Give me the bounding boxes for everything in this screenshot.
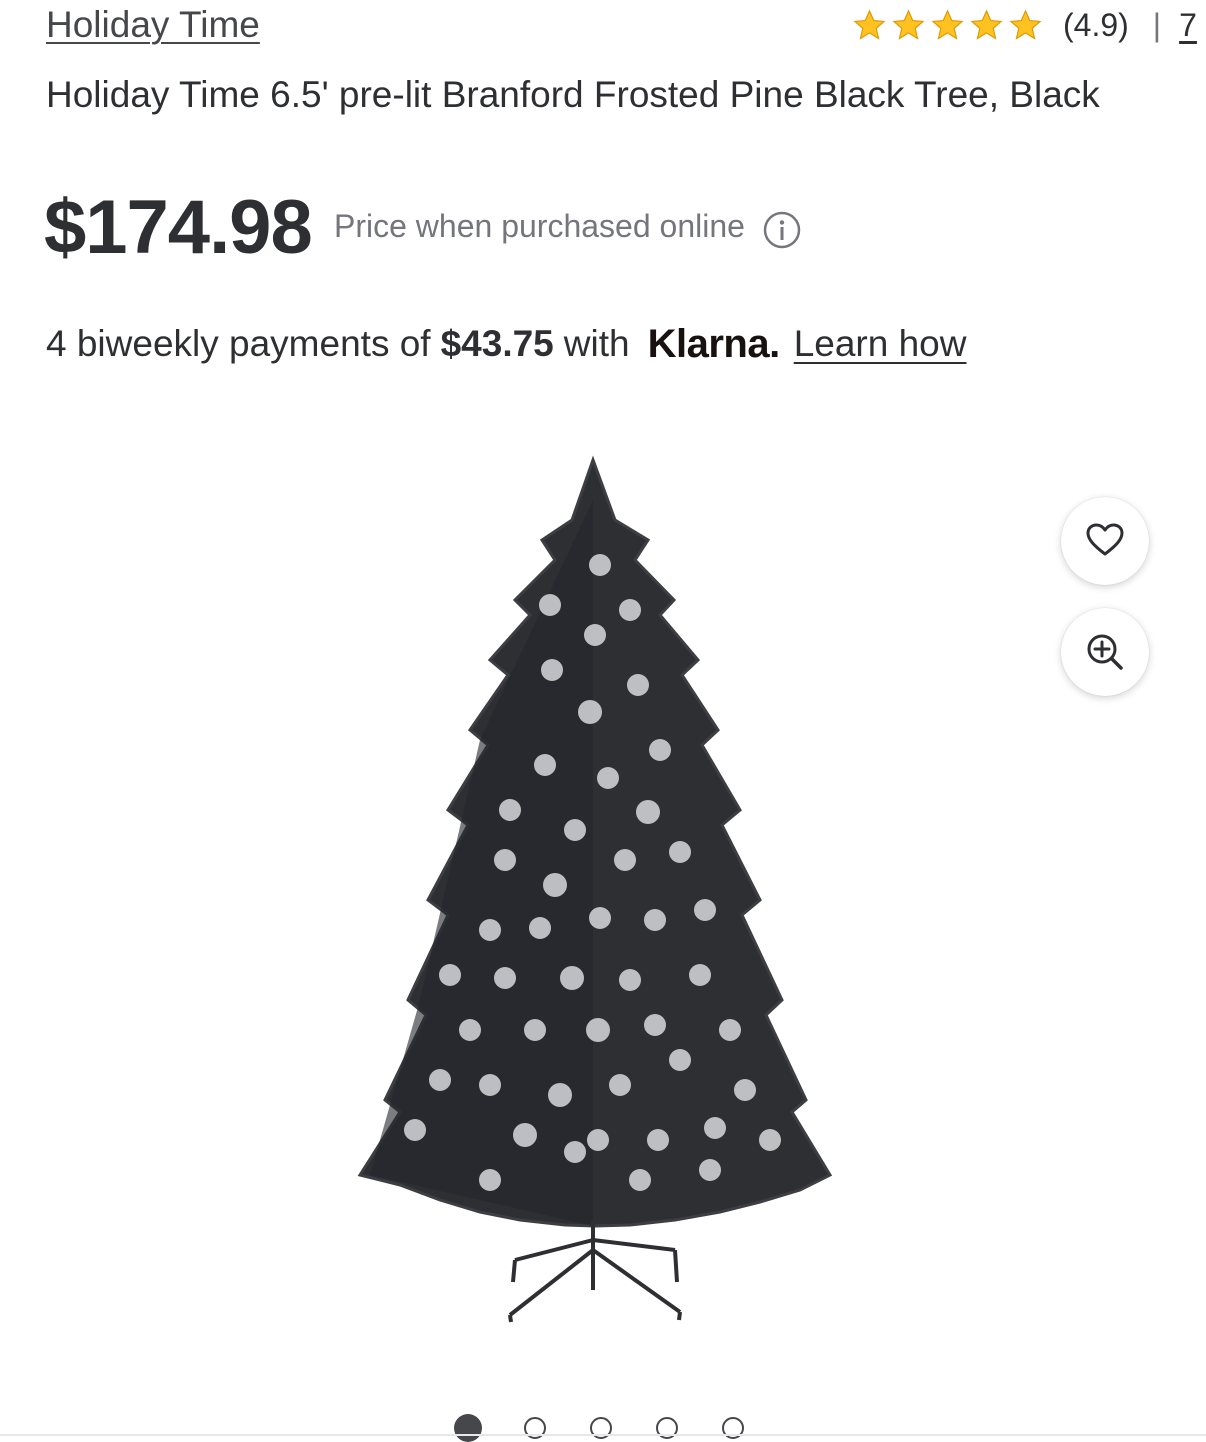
review-count-link[interactable]: 7 xyxy=(1179,7,1197,44)
star-rating xyxy=(852,8,1043,43)
product-price: $174.98 xyxy=(44,185,313,270)
carousel-dots xyxy=(454,1414,788,1442)
product-title: Holiday Time 6.5' pre-lit Branford Frost… xyxy=(46,74,1100,115)
price-note: Price when purchased online xyxy=(334,208,745,244)
product-image[interactable] xyxy=(330,440,860,1340)
learn-how-link[interactable]: Learn how xyxy=(794,323,967,365)
klarna-amount: $43.75 xyxy=(440,323,554,364)
favorite-button[interactable] xyxy=(1061,497,1149,585)
star-icon xyxy=(853,8,886,40)
carousel-dot-1[interactable] xyxy=(454,1414,482,1442)
klarna-with: with xyxy=(563,323,630,364)
brand-link[interactable]: Holiday Time xyxy=(46,4,260,46)
klarna-payment-message: 4 biweekly payments of $43.75 with Klarn… xyxy=(46,316,966,372)
rating-summary[interactable]: (4.9) | 7 xyxy=(852,4,1197,46)
zoom-in-icon xyxy=(1087,634,1123,670)
star-icon xyxy=(970,8,1003,40)
star-icon xyxy=(1009,8,1042,40)
zoom-button[interactable] xyxy=(1061,608,1149,696)
rating-value: (4.9) xyxy=(1063,6,1129,43)
klarna-logo: Klarna. xyxy=(647,321,781,366)
rating-separator: | xyxy=(1152,6,1162,43)
star-icon xyxy=(892,8,925,40)
star-icon xyxy=(931,8,964,40)
heart-icon xyxy=(1086,523,1124,556)
klarna-prefix: 4 biweekly payments of xyxy=(46,323,431,364)
info-icon[interactable] xyxy=(763,211,801,249)
divider xyxy=(0,1434,1206,1436)
